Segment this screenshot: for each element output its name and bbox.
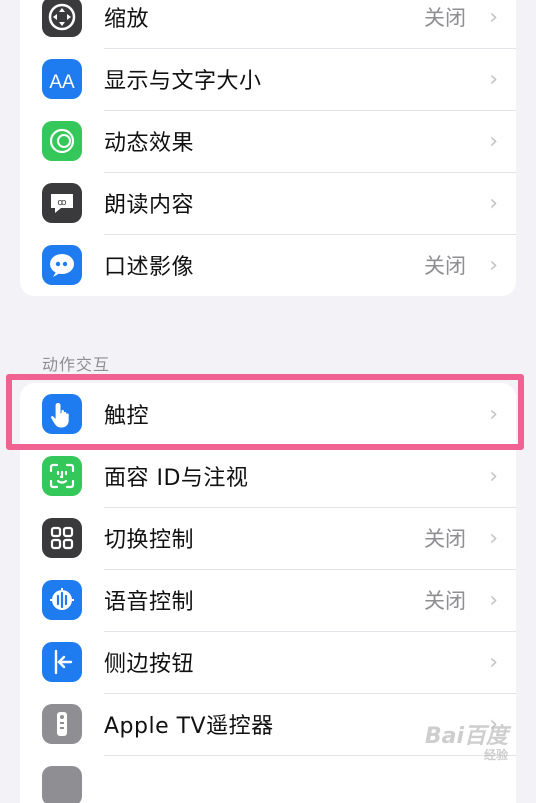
row-face-id-attention[interactable]: 面容 ID与注视 ›	[20, 445, 516, 507]
voice-control-icon	[42, 580, 82, 620]
row-touch[interactable]: 触控 ›	[20, 383, 516, 445]
section-header-physical: 动作交互	[42, 355, 111, 374]
row-value: 关闭	[424, 589, 466, 613]
zoom-icon	[42, 0, 82, 37]
baidu-watermark: Bai百度 经验	[425, 718, 508, 763]
row-value: 关闭	[424, 527, 466, 551]
row-label: 动态效果	[104, 131, 195, 156]
row-side-button[interactable]: 侧边按钮 ›	[20, 631, 516, 693]
row-label: Apple TV遥控器	[104, 714, 274, 739]
chevron-right-icon: ›	[489, 587, 498, 613]
row-zoom[interactable]: 缩放 关闭 ›	[20, 0, 516, 48]
spoken-content-icon: ꝏ	[42, 183, 82, 223]
partial-row-icon	[42, 766, 82, 803]
chevron-right-icon: ›	[489, 463, 498, 489]
chevron-right-icon: ›	[489, 128, 498, 154]
row-label: 语音控制	[104, 590, 195, 615]
audio-description-icon	[42, 245, 82, 285]
chevron-right-icon: ›	[489, 190, 498, 216]
vision-settings-group: 缩放 关闭 › AA 显示与文字大小 › 动态效果 › ꝏ 朗读内容 › 口述影…	[20, 0, 516, 296]
svg-text:ꝏ: ꝏ	[57, 197, 66, 207]
row-spoken-content[interactable]: ꝏ 朗读内容 ›	[20, 172, 516, 234]
row-label: 面容 ID与注视	[104, 466, 249, 491]
motion-icon	[42, 121, 82, 161]
row-label: 口述影像	[104, 255, 195, 280]
touch-hand-icon	[42, 394, 82, 434]
row-display-text-size[interactable]: AA 显示与文字大小 ›	[20, 48, 516, 110]
row-label: 切换控制	[104, 528, 195, 553]
row-audio-descriptions[interactable]: 口述影像 关闭 ›	[20, 234, 516, 296]
chevron-right-icon: ›	[489, 401, 498, 427]
switch-control-icon	[42, 518, 82, 558]
row-value: 关闭	[424, 6, 466, 30]
chevron-right-icon: ›	[489, 525, 498, 551]
tv-remote-icon	[42, 704, 82, 744]
face-id-icon	[42, 456, 82, 496]
row-label: 显示与文字大小	[104, 69, 262, 94]
row-label: 缩放	[104, 7, 150, 32]
row-switch-control[interactable]: 切换控制 关闭 ›	[20, 507, 516, 569]
row-label: 侧边按钮	[104, 652, 195, 677]
chevron-right-icon: ›	[489, 4, 498, 30]
chevron-right-icon: ›	[489, 66, 498, 92]
row-label: 朗读内容	[104, 193, 195, 218]
row-voice-control[interactable]: 语音控制 关闭 ›	[20, 569, 516, 631]
text-size-icon: AA	[42, 59, 82, 99]
chevron-right-icon: ›	[489, 252, 498, 278]
chevron-right-icon: ›	[489, 649, 498, 675]
side-button-icon	[42, 642, 82, 682]
row-motion[interactable]: 动态效果 ›	[20, 110, 516, 172]
row-value: 关闭	[424, 254, 466, 278]
row-label: 触控	[104, 404, 150, 429]
